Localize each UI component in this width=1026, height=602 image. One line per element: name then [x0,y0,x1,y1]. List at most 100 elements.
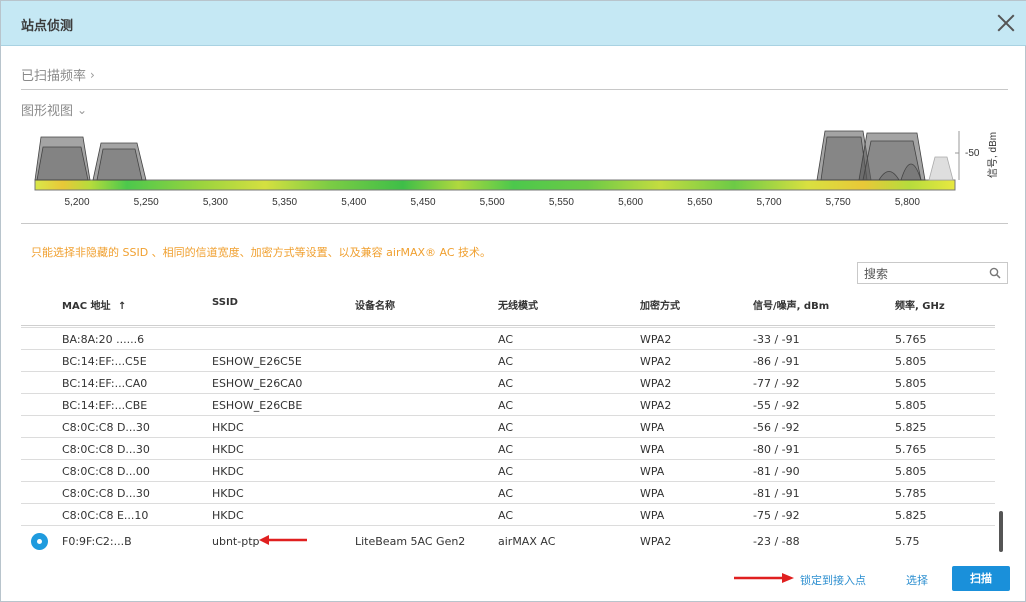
graph-view-toggle[interactable]: 图形视图 ⌄ [21,100,88,120]
annotation-arrow-right [734,573,794,583]
site-survey-dialog: 站点侦测 已扫描频率 › 图形视图 ⌄ -50 信号, dBm 5,200 5,… [0,0,1026,602]
cell-freq: 5.805 [895,355,927,368]
cell-security: WPA2 [640,377,672,390]
table-row-selected[interactable]: F0:9F:C2:...B ubnt-ptp LiteBeam 5AC Gen2 ai… [21,528,995,553]
y-tick-label: -50 [965,148,980,159]
cell-signal: -56 / -92 [753,421,800,434]
cell-ssid: ESHOW_E26CBE [212,399,303,412]
x-axis-ticks: 5,200 5,250 5,300 5,350 5,400 5,450 5,500 5,550… [64,197,920,208]
dialog-title: 站点侦测 [21,19,74,34]
cell-ssid: HKDC [212,487,244,500]
cell-signal: -23 / -88 [753,535,800,548]
cell-signal: -77 / -92 [753,377,800,390]
cell-mode: AC [498,443,514,456]
cell-mode: AC [498,421,514,434]
cell-mac: BC:14:EF:...CBE [62,399,148,412]
select-link[interactable]: 选择 [906,572,928,588]
compatibility-note: 只能选择非隐藏的 SSID 、相同的信道宽度、加密方式等设置、以及兼容 airM… [31,246,492,259]
cell-mode: AC [498,355,514,368]
table-row[interactable]: C8:0C:C8 E...10 HKDC AC WPA -75 / -92 5.825 [21,504,995,526]
search-input[interactable] [864,265,984,282]
x-tick-label: 5,200 [64,197,89,208]
cell-security: WPA [640,465,665,478]
scanned-frequencies-toggle[interactable]: 已扫描频率 › [21,65,95,85]
table-row[interactable]: BC:14:EF:...CA0 ESHOW_E26CA0 AC WPA2 -77 / -… [21,372,995,394]
signal-shapes [34,130,926,181]
cell-security: WPA [640,421,665,434]
cell-freq: 5.825 [895,509,927,522]
frequency-chart-svg: -50 信号, dBm 5,200 5,250 5,300 5,350 5,400 5,4… [34,130,999,208]
cell-freq: 5.75 [895,535,920,548]
x-tick-label: 5,500 [480,197,505,208]
cell-ssid: ESHOW_E26CA0 [212,377,303,390]
x-tick-label: 5,750 [826,197,851,208]
table-row[interactable]: C8:0C:C8 D...30 HKDC AC WPA -80 / -91 5.765 [21,438,995,460]
cell-security: WPA2 [640,333,672,346]
chevron-down-icon: ⌄ [77,102,88,117]
search-icon[interactable] [989,267,1001,279]
table-row[interactable]: BC:14:EF:...C5E ESHOW_E26C5E AC WPA2 -86 / -… [21,350,995,372]
table-row[interactable]: BC:14:EF:...CBE ESHOW_E26CBE AC WPA2 -55 / -… [21,394,995,416]
x-tick-label: 5,400 [341,197,366,208]
cell-signal: -81 / -90 [753,465,800,478]
divider [21,89,1008,90]
cell-ssid: ubnt-ptp [212,535,260,548]
cell-freq: 5.805 [895,465,927,478]
cell-signal: -86 / -91 [753,355,800,368]
cell-freq: 5.785 [895,487,927,500]
divider [21,223,1008,224]
cell-freq: 5.765 [895,333,927,346]
lock-to-ap-link[interactable]: 锁定到接入点 [800,572,866,588]
table-scrollbar[interactable] [999,511,1003,552]
x-tick-label: 5,600 [618,197,643,208]
x-tick-label: 5,800 [895,197,920,208]
search-box[interactable] [857,262,1008,284]
cell-mac: BC:14:EF:...CA0 [62,377,148,390]
cell-signal: -55 / -92 [753,399,800,412]
cell-mode: AC [498,333,514,346]
cell-signal: -33 / -91 [753,333,800,346]
cell-ssid: HKDC [212,443,244,456]
cell-mode: AC [498,487,514,500]
cell-security: WPA2 [640,399,672,412]
cell-freq: 5.765 [895,443,927,456]
cell-mac: C8:0C:C8 D...30 [62,421,150,434]
x-tick-label: 5,300 [203,197,228,208]
frequency-chart: -50 信号, dBm 5,200 5,250 5,300 5,350 5,400 5,4… [21,123,1011,213]
cell-security: WPA2 [640,355,672,368]
cell-ssid: ESHOW_E26C5E [212,355,302,368]
cell-device: LiteBeam 5AC Gen2 [355,535,466,548]
x-tick-label: 5,450 [410,197,435,208]
x-tick-label: 5,250 [134,197,159,208]
close-icon[interactable] [995,12,1017,34]
y-axis-label: 信号, dBm [987,132,999,178]
cell-ssid: HKDC [212,421,244,434]
cell-mac: C8:0C:C8 D...00 [62,465,150,478]
row-select-radio[interactable] [31,533,48,550]
cell-signal: -80 / -91 [753,443,800,456]
weak-signal-shape [928,156,954,181]
cell-security: WPA2 [640,535,672,548]
table-row[interactable]: C8:0C:C8 D...30 HKDC AC WPA -56 / -92 5.825 [21,416,995,438]
x-tick-label: 5,650 [687,197,712,208]
cell-mode: airMAX AC [498,535,556,548]
cell-mode: AC [498,377,514,390]
cell-freq: 5.805 [895,399,927,412]
cell-ssid: HKDC [212,465,244,478]
spectrum-bar [34,179,956,191]
chevron-right-icon: › [90,67,95,82]
cell-mac: C8:0C:C8 D...30 [62,487,150,500]
cell-mac: C8:0C:C8 E...10 [62,509,149,522]
scan-button[interactable]: 扫描 [952,566,1010,591]
cell-signal: -75 / -92 [753,509,800,522]
table-row[interactable]: C8:0C:C8 D...00 HKDC AC WPA -81 / -90 5.805 [21,460,995,482]
dialog-titlebar: 站点侦测 [1,1,1026,46]
survey-table-body: BA:8A:20 ......6 AC WPA2 -33 / -91 5.765 BC:1… [21,306,995,553]
table-row[interactable]: BA:8A:20 ......6 AC WPA2 -33 / -91 5.765 [21,328,995,350]
cell-security: WPA [640,487,665,500]
cell-security: WPA [640,509,665,522]
graph-view-label: 图形视图 [21,104,74,119]
x-tick-label: 5,550 [549,197,574,208]
cell-mac: C8:0C:C8 D...30 [62,443,150,456]
table-row[interactable]: C8:0C:C8 D...30 HKDC AC WPA -81 / -91 5.785 [21,482,995,504]
